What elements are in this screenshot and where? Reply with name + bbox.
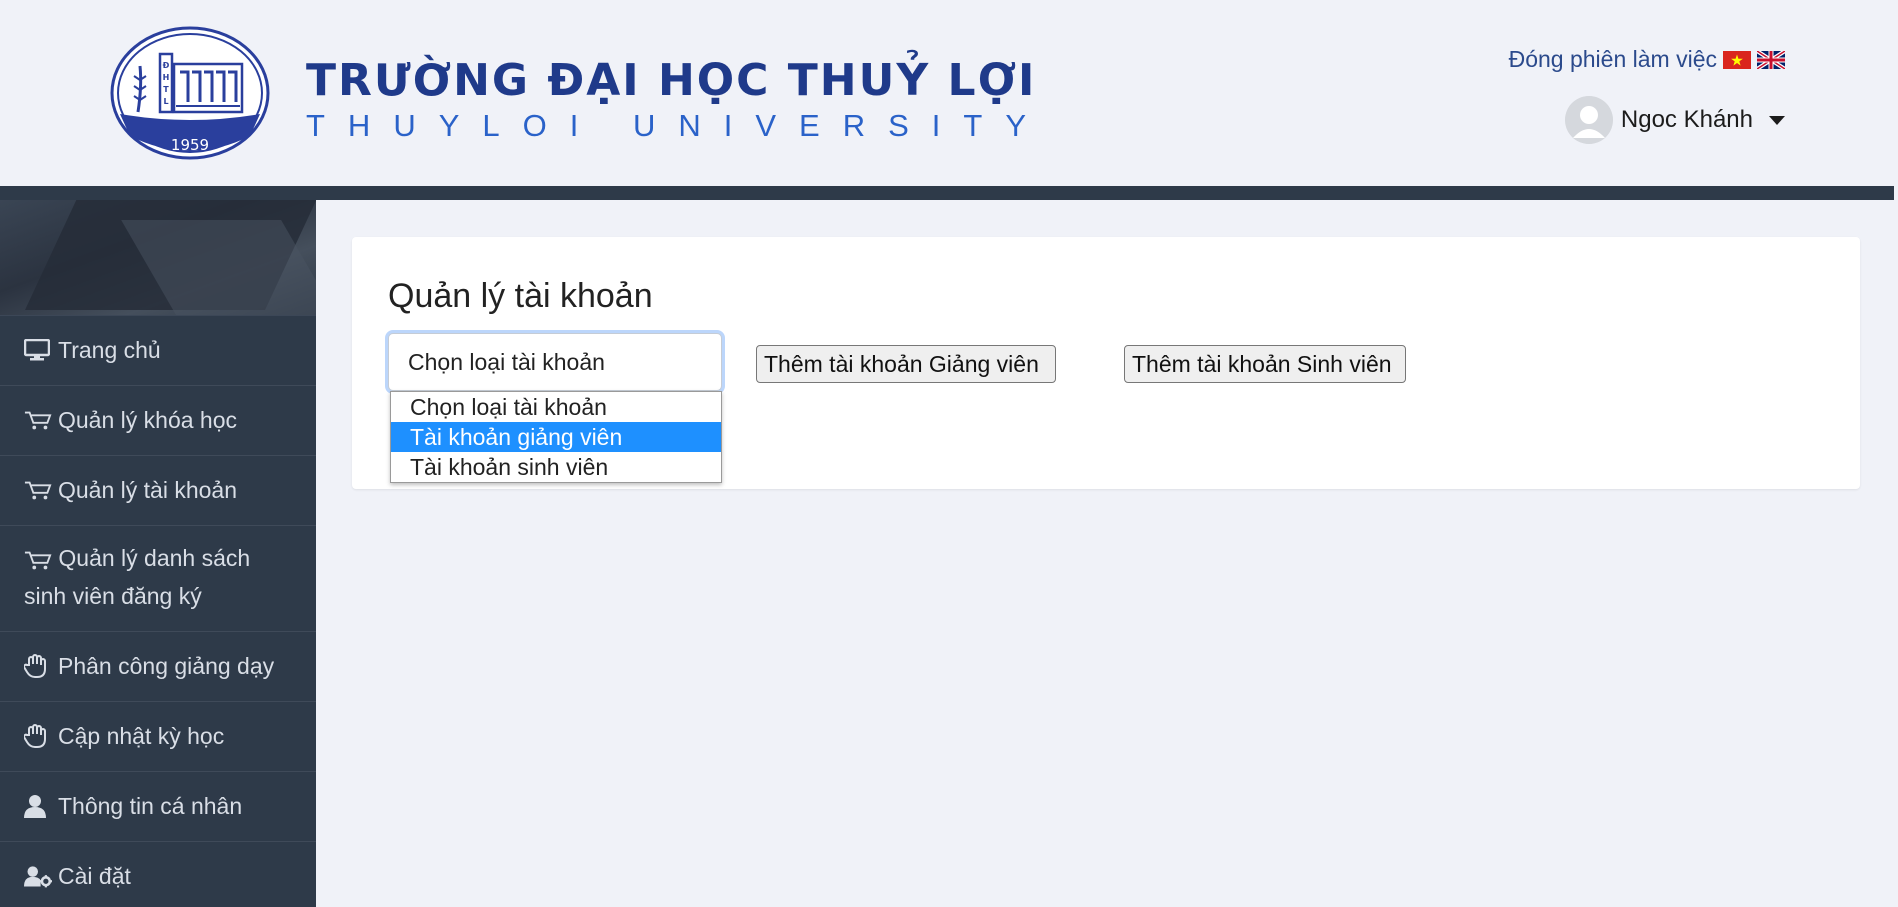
hand-icon <box>24 648 52 684</box>
svg-text:L: L <box>163 97 168 106</box>
brand: TRƯỜNG ĐẠI HỌC THUỶ LỢI THUYLOI UNIVERSI… <box>306 52 1049 144</box>
account-type-select[interactable]: Chọn loại tài khoản <box>388 333 722 391</box>
add-lecturer-account-button[interactable]: Thêm tài khoản Giảng viên <box>756 345 1056 383</box>
sidebar-item-label: Trang chủ <box>58 337 161 363</box>
sidebar-item-cai-dat[interactable]: Cài đặt <box>0 842 316 907</box>
sidebar-item-phan-cong-giang-day[interactable]: Phân công giảng dạy <box>0 632 316 702</box>
avatar[interactable] <box>1564 96 1613 144</box>
logout-area: Đóng phiên làm việc <box>1509 46 1785 73</box>
svg-text:T: T <box>163 85 169 94</box>
logout-link[interactable]: Đóng phiên làm việc <box>1509 46 1717 73</box>
sidebar-item-quan-ly-danh-sach[interactable]: Quản lý danh sách sinh viên đăng ký <box>0 526 316 632</box>
avatar-person-icon <box>1564 96 1613 144</box>
sidebar-item-quan-ly-khoa-hoc[interactable]: Quản lý khóa học <box>0 386 316 456</box>
top-divider-bar <box>0 186 1894 200</box>
university-name-vi: TRƯỜNG ĐẠI HỌC THUỶ LỢI <box>306 55 1037 106</box>
sidebar-item-cap-nhat-ky-hoc[interactable]: Cập nhật kỳ học <box>0 702 316 772</box>
sidebar-banner <box>0 200 316 316</box>
vietnam-flag-icon[interactable] <box>1723 50 1751 69</box>
add-student-account-button[interactable]: Thêm tài khoản Sinh viên <box>1124 345 1406 383</box>
sidebar-item-label-text: Quản lý danh sách sinh viên đăng ký <box>24 545 251 609</box>
sidebar-item-label: Quản lý tài khoản <box>58 477 238 503</box>
uk-flag-icon[interactable] <box>1757 50 1785 69</box>
user-menu[interactable]: Ngoc Khánh <box>1564 96 1785 144</box>
sidebar-item-trang-chu[interactable]: Trang chủ <box>0 316 316 386</box>
header: 1959 Đ H T L TRƯỜNG ĐẠI HỌC THUỶ LỢI THU… <box>0 0 1898 186</box>
account-management-card: Quản lý tài khoản Chọn loại tài khoản Ch… <box>352 237 1860 489</box>
chevron-down-icon[interactable] <box>1769 115 1785 125</box>
sidebar-item-label: Cập nhật kỳ học <box>58 722 225 749</box>
university-name-en: THUYLOI UNIVERSITY <box>306 108 1049 143</box>
user-name[interactable]: Ngoc Khánh <box>1621 106 1753 134</box>
sidebar-item-label: Quản lý khóa học <box>58 407 238 433</box>
sidebar-item-label: Thông tin cá nhân <box>58 792 243 819</box>
university-logo[interactable]: 1959 Đ H T L <box>110 26 270 161</box>
monitor-icon <box>24 332 52 368</box>
cart-icon <box>24 542 52 578</box>
svg-text:Đ: Đ <box>163 61 170 70</box>
page-title: Quản lý tài khoản <box>388 277 653 315</box>
hand-icon <box>24 718 52 754</box>
sidebar-item-quan-ly-tai-khoan[interactable]: Quản lý tài khoản <box>0 456 316 526</box>
logo-year-text: 1959 <box>171 136 209 154</box>
dropdown-option-highlighted[interactable]: Tài khoản giảng viên <box>391 422 721 452</box>
sidebar-item-thong-tin-ca-nhan[interactable]: Thông tin cá nhân <box>0 772 316 842</box>
sidebar-item-label: Phân công giảng dạy <box>58 652 275 679</box>
dropdown-option[interactable]: Tài khoản sinh viên <box>391 452 721 482</box>
cart-icon <box>24 402 52 438</box>
account-type-dropdown-list: Chọn loại tài khoản Tài khoản giảng viên… <box>390 391 722 483</box>
sidebar: Trang chủ Quản lý khóa học Quản lý tài k… <box>0 200 316 907</box>
sidebar-item-label: Quản lý danh sách sinh viên đăng ký <box>24 540 292 614</box>
user-icon <box>24 788 52 824</box>
user-gear-icon <box>24 858 52 894</box>
sidebar-item-label: Cài đặt <box>58 862 131 889</box>
svg-text:H: H <box>163 73 170 82</box>
cart-icon <box>24 472 52 508</box>
dropdown-option[interactable]: Chọn loại tài khoản <box>391 392 721 422</box>
